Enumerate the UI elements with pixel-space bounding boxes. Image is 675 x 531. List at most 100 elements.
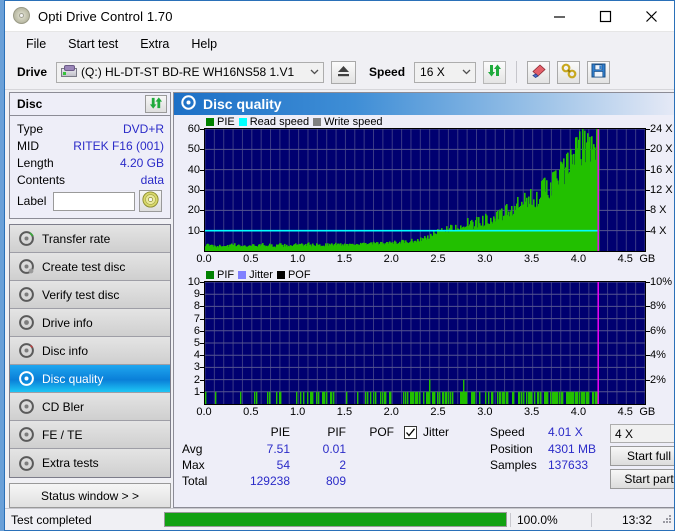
- refresh-button[interactable]: [483, 60, 507, 84]
- x-tick: 2.0: [383, 406, 399, 418]
- minimize-button[interactable]: [536, 1, 582, 31]
- x-tick: 1.5: [336, 406, 353, 418]
- elapsed-time: 13:32: [591, 512, 658, 527]
- legend-swatch-pof: [276, 270, 285, 279]
- cd-bler-icon: [18, 398, 35, 415]
- refresh-icon: [149, 96, 163, 113]
- status-text: Test completed: [11, 512, 92, 527]
- test-speed-select[interactable]: 4 X: [610, 424, 674, 443]
- sidebar-item-drive-info[interactable]: Drive info: [10, 309, 170, 337]
- stats-col-pif: PIF 0.01 2 809: [290, 424, 346, 489]
- panel-title: Disc quality: [203, 96, 282, 112]
- speed-select[interactable]: 16 X: [414, 61, 477, 83]
- eject-button[interactable]: [331, 60, 357, 84]
- close-button[interactable]: [628, 1, 674, 31]
- disc-row-key: Contents: [17, 172, 66, 187]
- legend-label: PIF: [217, 268, 235, 281]
- save-icon: [591, 63, 606, 81]
- tools-button[interactable]: [557, 60, 581, 84]
- legend-swatch-write-speed: [313, 117, 322, 126]
- drive-select[interactable]: (Q:) HL-DT-ST BD-RE WH16NS58 1.V1: [56, 61, 325, 83]
- menu-item-extra[interactable]: Extra: [129, 34, 180, 54]
- sidebar-item-label: Disc quality: [42, 371, 104, 386]
- start-part-button[interactable]: Start part: [610, 469, 674, 489]
- resize-grip[interactable]: [658, 514, 674, 526]
- disc-refresh-button[interactable]: [145, 95, 167, 113]
- toolbar: Drive (Q:) HL-DT-ST BD-RE WH16NS58 1.V1 …: [5, 55, 674, 90]
- menu-item-file[interactable]: File: [15, 34, 57, 54]
- y-tickmark: [646, 355, 650, 357]
- sidebar-item-extra-tests[interactable]: Extra tests: [10, 449, 170, 477]
- x-tick: 1.0: [289, 253, 306, 265]
- sidebar-item-fe-te[interactable]: FE / TE: [10, 421, 170, 449]
- speed-select-value: 16 X: [420, 65, 445, 79]
- progress-percent: 100.0%: [510, 512, 591, 527]
- legend-item-pie: PIE: [206, 116, 235, 128]
- x-tick: 3.5: [524, 253, 540, 265]
- stats-pif-max: 2: [339, 458, 346, 472]
- stats-pie-total: 129238: [249, 474, 290, 488]
- menu-bar: File Start test Extra Help: [5, 32, 674, 55]
- chevron-down-icon: [670, 431, 674, 437]
- pie-x-axis: 0.0 0.5 1.0 1.5 2.0 2.5 3.0 3.5 4.0 4.5 GB: [174, 252, 674, 268]
- sidebar-item-verify-test-disc[interactable]: Verify test disc: [10, 281, 170, 309]
- disc-row-value: data: [140, 172, 164, 187]
- sidebar-item-transfer-rate[interactable]: Transfer rate: [10, 225, 170, 253]
- y-tickmark: [646, 282, 650, 283]
- disc-row-value: 4.20 GB: [119, 155, 164, 170]
- jitter-checkbox[interactable]: [404, 426, 417, 439]
- stats-row-labels: Avg Max Total: [182, 424, 228, 489]
- toolbar-divider: [516, 61, 518, 83]
- sidebar-item-label: FE / TE: [42, 427, 83, 442]
- y-tickmark: [646, 149, 650, 151]
- sidebar-item-label: Create test disc: [42, 259, 126, 274]
- sidebar-item-create-test-disc[interactable]: Create test disc: [10, 253, 170, 281]
- x-tick: 0.5: [243, 253, 259, 265]
- x-tick: 4.5: [617, 406, 633, 418]
- cd-icon: [142, 191, 159, 211]
- disc-info-header: Disc: [10, 93, 170, 116]
- stats-pif-avg: 0.01: [322, 442, 346, 456]
- stats-header-pof: POF: [369, 425, 394, 439]
- menu-item-start-test[interactable]: Start test: [57, 34, 129, 54]
- samples-meta-value: 137633: [548, 458, 589, 472]
- speed-label: Speed: [369, 65, 406, 79]
- y-tick-right: 8 X: [650, 204, 667, 217]
- position-meta-value: 4301 MB: [548, 442, 597, 456]
- sidebar-item-label: CD Bler: [42, 399, 85, 414]
- x-tick: 3.0: [477, 406, 493, 418]
- pie-chart-legend: PIE Read speed Write speed: [174, 115, 674, 128]
- drive-select-value: (Q:) HL-DT-ST BD-RE WH16NS58 1.V1: [81, 65, 295, 79]
- speed-meta-value: 4.01 X: [548, 425, 583, 439]
- y-tickmark: [646, 169, 650, 171]
- charts-container: PIE Read speed Write speed 10 20 30 40 5…: [174, 115, 674, 507]
- pie-plot-area[interactable]: [204, 128, 646, 252]
- disc-row-key: Length: [17, 155, 54, 170]
- chevron-down-icon: [306, 69, 323, 75]
- y-tick-right: 24 X: [650, 123, 673, 135]
- sidebar-item-cd-bler[interactable]: CD Bler: [10, 393, 170, 421]
- x-tick: 3.0: [477, 253, 493, 265]
- legend-label: Write speed: [324, 115, 383, 128]
- erase-button[interactable]: [527, 60, 551, 84]
- pif-chart: PIF Jitter POF 1234 5 6 7 8 9 10 2% 4% 6…: [174, 268, 674, 421]
- save-button[interactable]: [587, 60, 611, 84]
- y-tick-left: 30: [187, 184, 200, 196]
- menu-item-help[interactable]: Help: [180, 34, 228, 54]
- sidebar-item-label: Verify test disc: [42, 287, 120, 302]
- pif-plot-area[interactable]: [204, 281, 646, 405]
- stats-area: Avg Max Total PIE 7.51 54 129238 PIF 0.0…: [174, 421, 674, 492]
- disc-label-input[interactable]: [53, 191, 136, 211]
- start-full-button[interactable]: Start full: [610, 446, 674, 466]
- status-window-button[interactable]: Status window > >: [9, 483, 171, 508]
- y-tickmark: [646, 190, 650, 191]
- maximize-button[interactable]: [582, 1, 628, 31]
- stats-label-max: Max: [182, 458, 205, 472]
- disc-label-cd-button[interactable]: [139, 190, 163, 212]
- sidebar-item-disc-quality[interactable]: Disc quality: [10, 365, 170, 393]
- sidebar-item-disc-info[interactable]: Disc info: [10, 337, 170, 365]
- stats-label-total: Total: [182, 474, 208, 488]
- eraser-icon: [531, 63, 547, 82]
- stats-header-pie: PIE: [270, 425, 290, 439]
- right-pane: Disc quality PIE Read speed Write speed …: [171, 90, 674, 508]
